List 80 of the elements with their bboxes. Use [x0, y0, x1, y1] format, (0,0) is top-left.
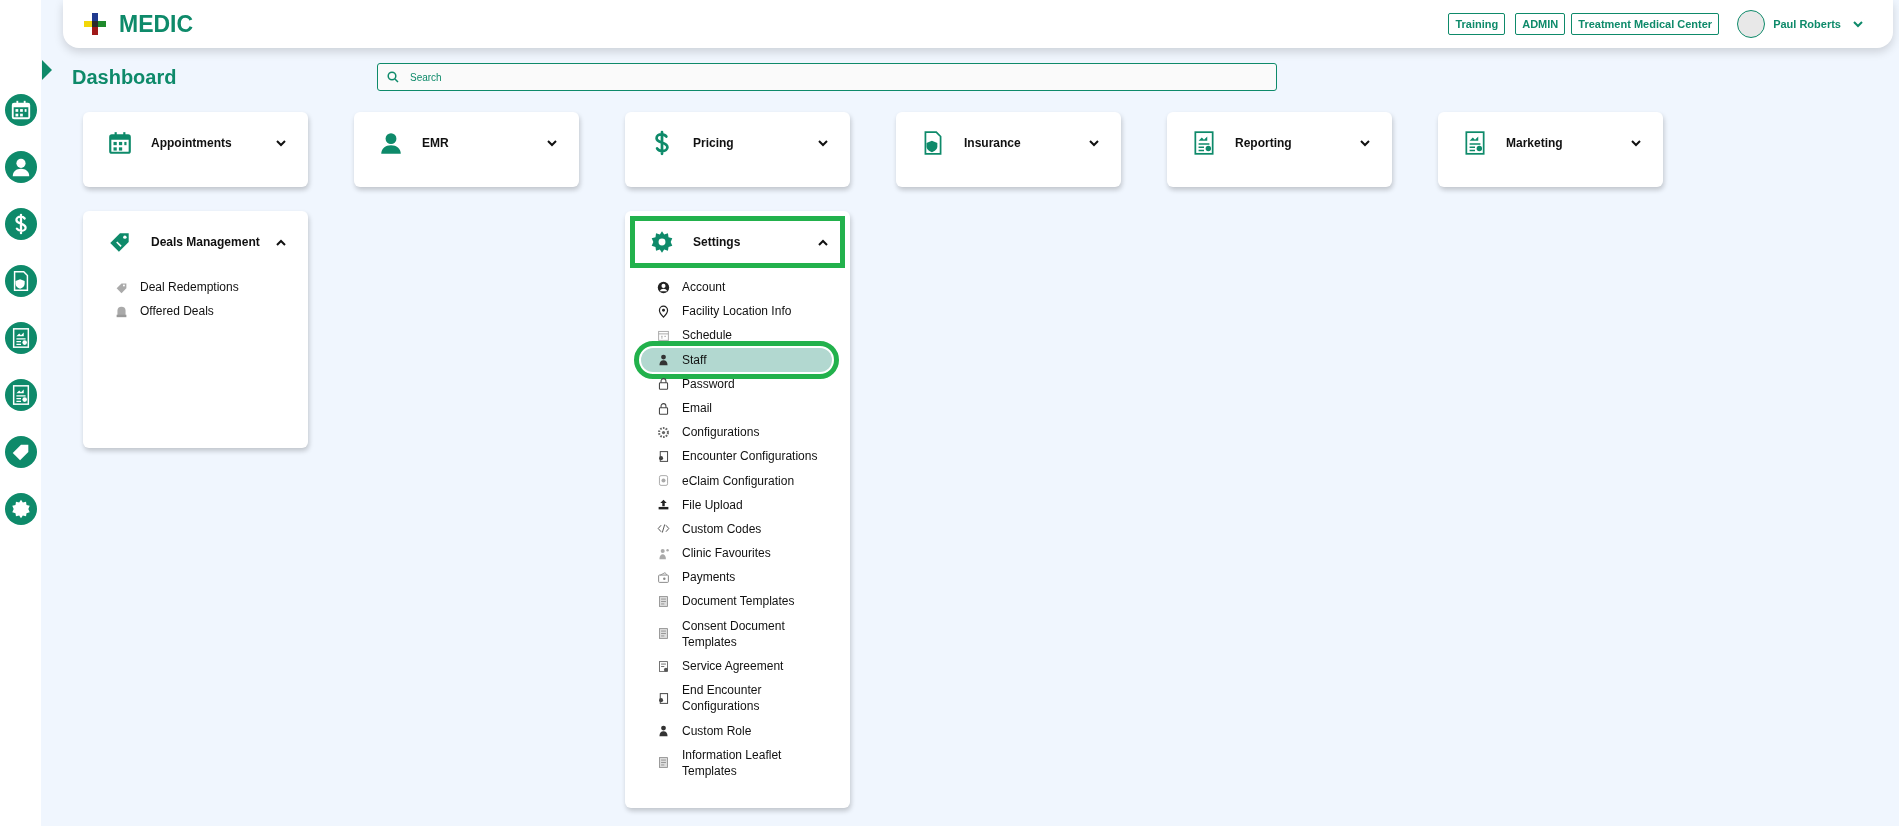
- logo-text: MEDIC: [119, 10, 194, 38]
- menu-item[interactable]: Email: [641, 395, 832, 421]
- menu-item[interactable]: Offered Deals: [99, 299, 290, 324]
- menu-item[interactable]: Document Templates: [641, 589, 832, 614]
- person-icon: [657, 724, 670, 738]
- user-name[interactable]: Paul Roberts: [1773, 18, 1841, 30]
- section-header[interactable]: Deals Management: [95, 223, 296, 261]
- chevron-up-icon: [818, 238, 828, 246]
- calendar-nav-icon[interactable]: [4, 94, 37, 126]
- dollar-nav-icon[interactable]: [4, 208, 37, 240]
- section-header[interactable]: Insurance: [908, 124, 1109, 162]
- chevron-down-icon: [547, 139, 557, 147]
- search-icon: [387, 71, 399, 83]
- tag-nav-icon[interactable]: [4, 436, 37, 468]
- chevron-up-icon: [276, 238, 286, 246]
- menu-item[interactable]: Consent Document Templates: [641, 613, 832, 654]
- tag-icon: [115, 280, 128, 294]
- chevron-down-icon: [276, 139, 286, 147]
- report-nav-icon[interactable]: [4, 322, 37, 354]
- menu-item[interactable]: Service Agreement: [641, 654, 832, 679]
- calendar-icon: [107, 130, 133, 156]
- person-icon: [657, 546, 670, 560]
- gear-nav-icon[interactable]: [4, 493, 37, 525]
- menu-item[interactable]: eClaim Configuration: [641, 468, 832, 493]
- avatar[interactable]: [1737, 10, 1766, 38]
- search-field[interactable]: Search: [377, 63, 1277, 91]
- menu-item[interactable]: File Upload: [641, 492, 832, 517]
- padlock-icon: [657, 401, 670, 415]
- upload-icon: [657, 498, 670, 512]
- chevron-down-icon[interactable]: [1853, 20, 1863, 28]
- wallet-icon: [657, 570, 670, 584]
- menu-item[interactable]: Account: [641, 275, 832, 300]
- report-nav-icon[interactable]: [4, 379, 37, 411]
- document-icon: [657, 659, 670, 673]
- gear-icon: [657, 425, 670, 439]
- chevron-down-icon: [1631, 139, 1641, 147]
- menu-item[interactable]: Payments: [641, 565, 832, 590]
- chevron-down-icon: [1089, 139, 1099, 147]
- calendar-icon: [657, 328, 670, 342]
- document-icon: [657, 756, 670, 770]
- document-icon: [657, 474, 670, 488]
- header-tag-button[interactable]: Treatment Medical Center: [1571, 13, 1720, 35]
- person-icon: [657, 353, 670, 367]
- badge-icon: [115, 304, 128, 318]
- padlock-icon: [657, 377, 670, 391]
- document-icon: [657, 595, 670, 609]
- menu-item[interactable]: Password: [641, 371, 832, 396]
- header-tag-button[interactable]: ADMIN: [1515, 13, 1566, 35]
- chevron-down-icon: [818, 139, 828, 147]
- menu-item[interactable]: Information Leaflet Templates: [641, 742, 832, 784]
- user-circle-icon: [657, 280, 670, 294]
- section-header[interactable]: Appointments: [95, 124, 296, 162]
- triangle-icon[interactable]: [42, 60, 52, 80]
- shield-document-nav-icon[interactable]: [4, 265, 37, 297]
- gear-icon: [649, 229, 675, 255]
- menu-item[interactable]: Custom Role: [641, 718, 832, 743]
- section-header[interactable]: Marketing: [1450, 124, 1651, 162]
- section-header[interactable]: Reporting: [1179, 124, 1380, 162]
- menu-item[interactable]: Encounter Configurations: [641, 444, 832, 469]
- menu-item[interactable]: Custom Codes: [641, 516, 832, 542]
- page-title: Dashboard: [72, 65, 178, 89]
- cross-logo-icon: [83, 12, 107, 36]
- menu-item[interactable]: Clinic Favourites: [641, 541, 832, 566]
- document-icon: [657, 627, 670, 641]
- menu-item[interactable]: End Encounter Configurations: [641, 678, 832, 719]
- report-icon: [1462, 130, 1488, 156]
- menu-item[interactable]: Schedule: [641, 323, 832, 348]
- section-header[interactable]: EMR: [366, 124, 567, 162]
- document-gear-icon: [657, 449, 670, 463]
- document-gear-icon: [657, 691, 670, 705]
- menu-item[interactable]: Deal Redemptions: [99, 275, 290, 300]
- section-header[interactable]: Settings: [637, 223, 838, 261]
- location-pin-icon: [657, 304, 670, 318]
- menu-item[interactable]: Configurations: [641, 420, 832, 445]
- header-tag-button[interactable]: Training: [1448, 13, 1506, 35]
- code-icon: [657, 522, 670, 536]
- menu-item[interactable]: Facility Location Info: [641, 299, 832, 324]
- section-header[interactable]: Pricing: [637, 124, 838, 162]
- report-icon: [1191, 130, 1217, 156]
- chevron-down-icon: [1360, 139, 1370, 147]
